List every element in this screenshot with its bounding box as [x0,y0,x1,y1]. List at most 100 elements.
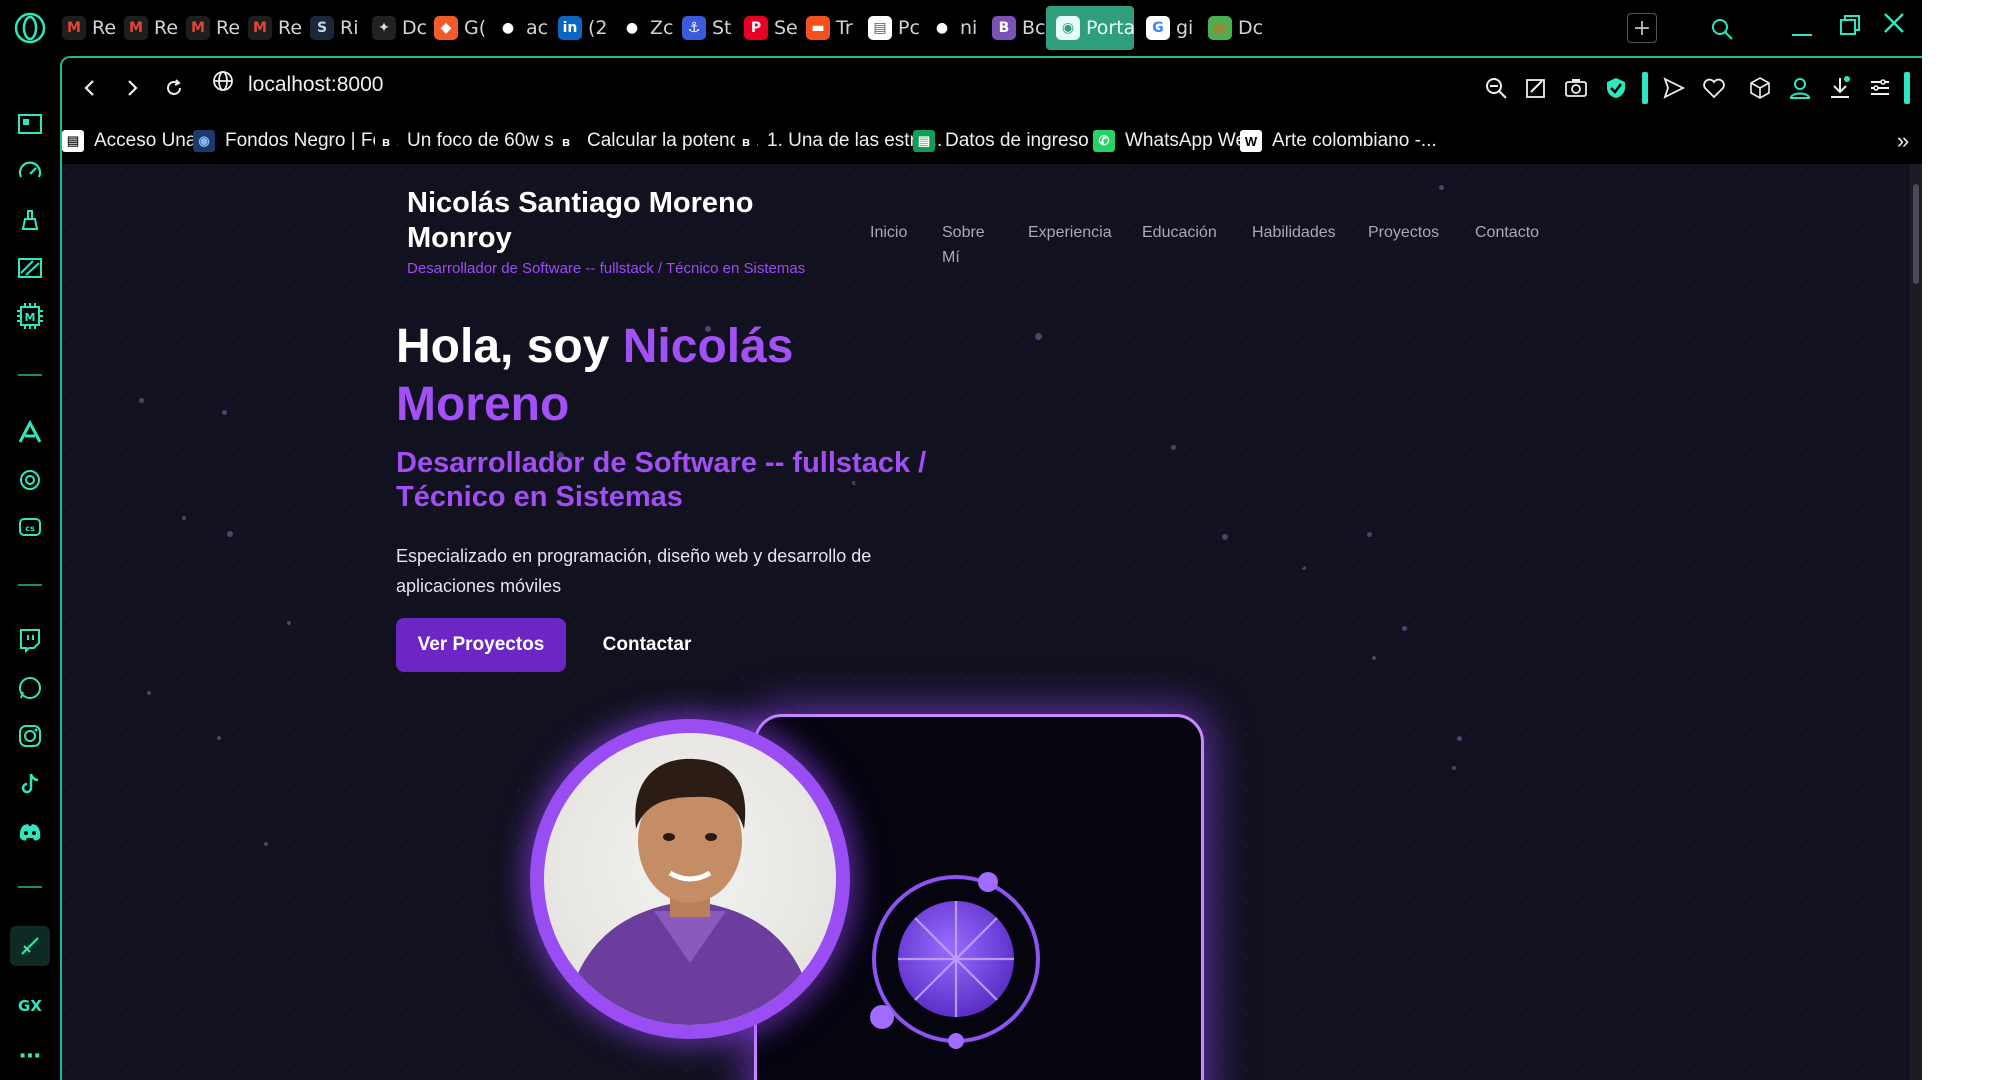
back-icon[interactable] [70,68,110,108]
tab-18[interactable]: ▦ Dc [1208,6,1264,50]
bookmark-6[interactable]: ✆ WhatsApp Web [1093,118,1257,164]
aria-icon[interactable] [10,412,50,452]
grid-dot [434,818,436,820]
scrollbar-thumb[interactable] [1913,184,1919,284]
nav-link-sobre-mi[interactable]: Sobre Mí [942,220,998,270]
atom-illustration [870,872,1040,1049]
tab-7[interactable]: ● ac [496,6,552,50]
nav-link-inicio[interactable]: Inicio [870,220,907,245]
grid-dot [1442,342,1444,344]
discord-icon[interactable] [10,812,50,852]
grid-dot [1358,1014,1360,1016]
close-icon[interactable] [1877,6,1911,40]
tab-1[interactable]: M Re [124,6,180,50]
speed-icon[interactable] [10,152,50,192]
tab-2[interactable]: M Re [186,6,242,50]
grid-dot [1162,314,1164,316]
opera-logo-icon[interactable] [10,8,50,48]
grid-dot [1554,818,1556,820]
bookmark-1[interactable]: ◉ Fondos Negro | Fo... [193,118,399,164]
tab-9[interactable]: ● Zc [620,6,676,50]
tab-17[interactable]: Ggi [1146,6,1202,50]
restore-icon[interactable] [1833,8,1867,42]
cleaner-icon[interactable] [10,200,50,240]
grid-dot [938,566,940,568]
grid-dot [1414,818,1416,820]
tab-11[interactable]: P Se [744,6,800,50]
grid-dot [1666,230,1668,232]
reload-icon[interactable] [154,68,194,108]
grid-dot [1610,342,1612,344]
send-icon[interactable] [1656,70,1692,106]
gx-control-icon[interactable] [10,926,50,966]
nav-link-proyectos[interactable]: Proyectos [1368,220,1439,245]
camera-icon[interactable] [1558,70,1594,106]
grid-dot [378,202,380,204]
tab-16[interactable]: ◉Portafo [1046,6,1134,50]
bookmark-7[interactable]: W Arte colombiano -... [1240,118,1437,164]
profile-icon[interactable] [1782,70,1818,106]
instagram-icon[interactable] [10,716,50,756]
grid-dot [1750,902,1752,904]
tab-5[interactable]: ✦ Dc [372,6,428,50]
page-scrollbar[interactable] [1910,164,1922,1080]
site-brand-name[interactable]: Nicolás Santiago Moreno Monroy [407,186,767,256]
grid-dot [406,286,408,288]
nav-link-habilidades[interactable]: Habilidades [1252,220,1336,245]
tab-13[interactable]: ▤ Pc [868,6,924,50]
grid-dot [378,454,380,456]
bookmarks-overflow-icon[interactable]: » [1888,126,1918,156]
grid-dot [1106,202,1108,204]
contact-button[interactable]: Contactar [572,618,722,672]
grid-dot [1050,258,1052,260]
tab-12[interactable]: ▬ Tr [806,6,862,50]
nav-link-educacion[interactable]: Educación [1142,220,1217,245]
tiktok-icon[interactable] [10,764,50,804]
heart-icon[interactable] [1696,70,1732,106]
extensions-icon[interactable] [1742,70,1778,106]
twitch-icon[interactable] [10,620,50,660]
tab-3[interactable]: M Re [248,6,304,50]
bookmark-2[interactable]: ʙ Un foco de 60w s... [375,118,570,164]
url-field[interactable]: localhost:8000 [248,73,383,97]
player-icon[interactable] [10,104,50,144]
wallpaper-icon[interactable] [10,248,50,288]
bookmark-4[interactable]: ʙ 1. Una de las estra... [735,118,942,164]
new-tab-button[interactable]: + [1627,13,1657,43]
view-projects-button[interactable]: Ver Proyectos [396,618,566,672]
whatsapp-icon[interactable] [10,668,50,708]
grid-dot [1134,174,1136,176]
easy-setup-icon[interactable] [1862,70,1898,106]
forward-icon[interactable] [112,68,152,108]
minimize-icon[interactable] [1785,12,1819,46]
gx-label[interactable]: GX [10,986,50,1026]
tab-10[interactable]: ⚓ St [682,6,738,50]
chatsonic-icon[interactable]: cs [10,508,50,548]
vpn-shield-icon[interactable] [1598,70,1634,106]
star-dot [1452,766,1456,770]
grid-dot [1442,202,1444,204]
grid-dot [1694,482,1696,484]
tab-6[interactable]: ◆ G( [434,6,490,50]
nav-link-contacto[interactable]: Contacto [1475,220,1539,245]
edit-icon[interactable] [1518,70,1554,106]
grid-dot [1162,174,1164,176]
bookmark-5[interactable]: ▤ Datos de ingreso |... [913,118,1115,164]
bookmark-0[interactable]: ▤ Acceso Unab [62,118,207,164]
more-icon[interactable]: ⋯ [10,1036,50,1076]
grid-dot [1134,510,1136,512]
nav-link-experiencia[interactable]: Experiencia [1028,220,1112,245]
chatgpt-icon[interactable] [10,460,50,500]
search-tabs-icon[interactable] [1705,12,1739,46]
tab-0[interactable]: M Re [62,6,118,50]
zoom-out-icon[interactable] [1478,70,1514,106]
grid-dot [462,1070,464,1072]
tab-8[interactable]: in (2 [558,6,614,50]
memory-icon[interactable]: M [10,296,50,336]
download-icon[interactable] [1822,70,1858,106]
bookmark-3[interactable]: ʙ Calcular la potenci... [555,118,759,164]
grid-dot [182,174,184,176]
tab-4[interactable]: S Ri [310,6,366,50]
tab-15[interactable]: B Bc [992,6,1048,50]
tab-14[interactable]: ● ni [930,6,986,50]
